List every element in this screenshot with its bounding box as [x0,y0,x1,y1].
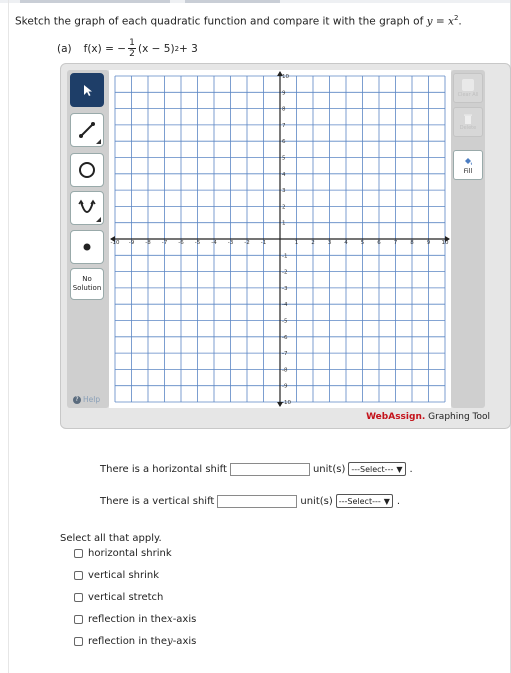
y-tick-label: 4 [282,172,286,178]
instruction-text: Sketch the graph of each quadratic funct… [15,14,462,28]
option-reflection-x-axis[interactable]: reflection in the x -axis [74,614,196,625]
checkbox[interactable] [74,593,83,602]
line-tool-button[interactable] [70,113,104,147]
y-tick-label: -4 [282,302,288,308]
fill-button[interactable]: Fill [453,150,483,180]
help-link[interactable]: ? Help [73,395,100,404]
y-tick-label: 3 [282,188,286,194]
y-tick-label: -5 [282,319,288,325]
x-tick-label: -4 [211,240,217,246]
line-segment-icon [79,122,95,138]
x-tick-label: 8 [410,240,414,246]
horizontal-shift-row: There is a horizontal shift unit(s) ---S… [100,462,413,476]
vertical-shift-input[interactable] [217,494,298,508]
circle-icon [79,162,95,178]
x-tick-label: 5 [361,240,365,246]
part-a-function: (a) f(x) = − 12 (x − 5) 2 + 3 [57,38,198,59]
y-tick-label: 9 [282,90,286,96]
x-tick-label: -5 [195,240,201,246]
option-vertical-shrink[interactable]: vertical shrink [74,570,159,581]
x-tick-label: 9 [427,240,431,246]
y-tick-label: -6 [282,335,288,341]
action-panel: Clear All Delete Fill [451,70,485,408]
option-horizontal-shrink[interactable]: horizontal shrink [74,548,172,559]
x-tick-label: 10 [442,240,449,246]
clear-icon [462,78,474,91]
y-tick-label: -7 [282,351,288,357]
y-tick-label: 7 [282,123,286,129]
point-icon [83,243,91,251]
checkbox[interactable] [74,615,83,624]
y-tick-label: -1 [282,253,287,259]
cursor-arrow-icon [84,85,92,96]
delete-button[interactable]: Delete [453,107,483,137]
x-tick-label: -7 [162,240,168,246]
circle-tool-button[interactable] [70,153,104,187]
x-tick-label: -2 [244,240,249,246]
left-border [8,0,9,673]
y-tick-label: 1 [282,221,286,227]
x-tick-label: -10 [111,240,120,246]
x-tick-label: -8 [145,240,151,246]
y-tick-label: 5 [282,156,286,162]
parabola-icon [78,199,96,213]
top-tab-strip [0,0,511,3]
x-tick-label: 4 [344,240,348,246]
horizontal-direction-select[interactable]: ---Select--- ▼ [348,462,406,476]
graphing-tool: No Solution ? Help -10 -9 -8 -7 -6 -5 -4 -3 -2 -1 1 2… [60,63,511,429]
vertical-shift-row: There is a vertical shift unit(s) ---Sel… [100,494,401,508]
x-tick-label: -9 [129,240,135,246]
chevron-down-icon: ▼ [396,464,403,474]
option-vertical-stretch[interactable]: vertical stretch [74,592,163,603]
x-tick-label: 3 [328,240,332,246]
chevron-down-icon: ▼ [383,496,390,506]
x-tick-label: -3 [228,240,234,246]
parabola-tool-button[interactable] [70,191,104,225]
x-tick-label: 1 [295,240,299,246]
x-tick-label: 2 [311,240,315,246]
y-tick-label: -9 [282,384,288,390]
checkbox[interactable] [74,549,83,558]
clear-all-button[interactable]: Clear All [453,73,483,103]
y-tick-label: -2 [282,270,287,276]
x-tick-label: -6 [178,240,184,246]
y-tick-label: -10 [282,400,291,406]
x-tick-label: 6 [377,240,381,246]
help-icon: ? [73,395,81,404]
vertical-direction-select[interactable]: ---Select--- ▼ [335,494,393,508]
coordinate-grid[interactable]: -10 -9 -8 -7 -6 -5 -4 -3 -2 -1 1 2 3 4 5 6 7 8 9 10 10 9 8 7 6 5 4… [109,70,451,408]
horizontal-shift-input[interactable] [229,462,310,476]
y-tick-label: 2 [282,204,286,210]
x-tick-label: -1 [261,240,266,246]
trash-icon [464,114,472,124]
checkbox[interactable] [74,571,83,580]
tool-palette: No Solution ? Help [67,70,109,408]
select-all-heading: Select all that apply. [60,533,162,544]
point-tool-button[interactable] [70,230,104,264]
fraction: 12 [128,38,137,59]
option-reflection-y-axis[interactable]: reflection in the y -axis [74,636,196,647]
brand-label: WebAssign. Graphing Tool [366,412,490,422]
x-tick-label: 7 [394,240,398,246]
checkbox[interactable] [74,637,83,646]
y-tick-label: -3 [282,286,288,292]
y-tick-label: 10 [282,74,289,80]
y-tick-label: 6 [282,139,286,145]
y-tick-label: 8 [282,107,286,113]
no-solution-button[interactable]: No Solution [70,268,104,300]
pointer-tool-button[interactable] [70,73,104,107]
y-tick-label: -8 [282,367,288,373]
paint-bucket-icon [465,158,472,165]
